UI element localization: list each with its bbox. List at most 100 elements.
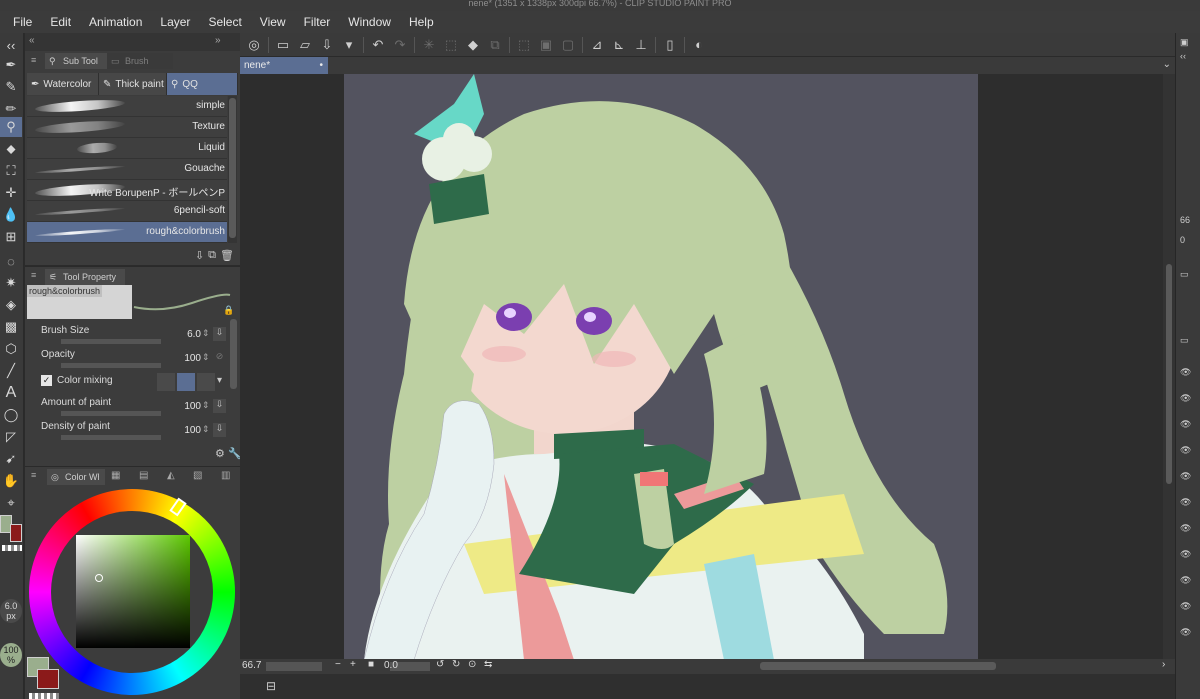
close-dot-icon[interactable]: •	[319, 57, 323, 74]
save-icon[interactable]: ⇩	[316, 35, 338, 55]
reset-rotation-icon[interactable]: ⊙	[468, 659, 476, 670]
color-history-tab-icon[interactable]: ▥	[221, 470, 230, 481]
eye-icon[interactable]: 👁	[1180, 367, 1191, 378]
approximate-color-tab-icon[interactable]: ▧	[193, 470, 202, 481]
group-watercolor[interactable]: ✒ Watercolor	[27, 73, 99, 95]
brush-size-indicator[interactable]: 6.0 px	[0, 599, 22, 623]
zoom-slider[interactable]	[266, 662, 322, 671]
companion-icon[interactable]: ◐	[688, 35, 710, 55]
menu-edit[interactable]: Edit	[41, 11, 80, 33]
canvas-horizontal-scrollbar[interactable]	[760, 662, 996, 670]
brush-list-scrollbar[interactable]	[228, 96, 237, 243]
brush-size-value[interactable]: 6.0	[177, 329, 201, 340]
pressure-icon[interactable]: ⇩	[213, 423, 226, 437]
density-of-paint-value[interactable]: 100	[177, 425, 201, 436]
eraser-icon[interactable]: ⬥	[0, 139, 22, 159]
collapse-icon[interactable]: ▣	[1180, 37, 1189, 48]
balloon-icon[interactable]: ◯	[0, 405, 22, 425]
layer-icon[interactable]: ▭	[1180, 335, 1189, 346]
amount-of-paint-value[interactable]: 100	[177, 401, 201, 412]
clip-studio-icon[interactable]: ◎	[243, 35, 265, 55]
snap-grid-icon[interactable]: ⊥	[630, 35, 652, 55]
menu-filter[interactable]: Filter	[295, 11, 340, 33]
eye-icon[interactable]: 👁	[1180, 419, 1191, 430]
eye-icon[interactable]: 👁	[1180, 393, 1191, 404]
brush-item-simple[interactable]: simple	[27, 96, 227, 117]
collapse-icon[interactable]: «	[29, 35, 35, 46]
eye-icon[interactable]: 👁	[1180, 575, 1191, 586]
brush-item-gouache[interactable]: Gouache	[27, 159, 227, 180]
import-icon[interactable]: ⇩	[195, 249, 204, 262]
new-file-icon[interactable]: ▭	[272, 35, 294, 55]
canvas-vertical-scrollbar[interactable]	[1163, 74, 1175, 660]
menu-icon[interactable]: ≡	[31, 270, 36, 280]
eye-icon[interactable]: 👁	[1180, 523, 1191, 534]
flip-icon[interactable]: ⇆	[484, 659, 492, 670]
chevron-down-icon[interactable]: ▾	[217, 375, 222, 386]
document-tab[interactable]: nene* •	[240, 57, 328, 74]
tool-property-scrollbar[interactable]	[230, 319, 237, 389]
menu-help[interactable]: Help	[400, 11, 443, 33]
zoom-out-icon[interactable]: −	[335, 659, 341, 670]
clear-icon[interactable]: ✳	[418, 35, 440, 55]
rotate-left-icon[interactable]: ↺	[436, 659, 444, 670]
decoration-icon[interactable]: ⛶	[0, 161, 22, 181]
density-of-paint-slider[interactable]	[61, 435, 161, 440]
fit-icon[interactable]: ■	[368, 659, 374, 670]
eye-icon[interactable]: 👁	[1180, 445, 1191, 456]
eyedropper-icon[interactable]: ⌖	[0, 493, 22, 513]
settings-icon[interactable]: ⚙	[215, 447, 225, 460]
rotate-right-icon[interactable]: ↻	[452, 659, 460, 670]
artboard[interactable]	[344, 74, 978, 660]
color-mixing-checkbox[interactable]: ✓	[41, 375, 52, 386]
group-thick-paint[interactable]: ✎ Thick paint	[99, 73, 167, 95]
pen-icon[interactable]: ✎	[0, 77, 22, 97]
line-icon[interactable]: ╱	[0, 361, 22, 381]
snap-ruler-icon[interactable]: ⊿	[586, 35, 608, 55]
sub-color-chip[interactable]	[37, 669, 59, 689]
deselect-icon[interactable]: ⬚	[513, 35, 535, 55]
prop-opacity[interactable]: Opacity 100 ⇕ ⊘	[27, 349, 237, 373]
menu-select[interactable]: Select	[199, 11, 250, 33]
lock-icon[interactable]: 🔒	[223, 305, 234, 316]
pressure-icon[interactable]: ⇩	[213, 399, 226, 413]
chevron-down-icon[interactable]: ⌄	[1163, 59, 1171, 70]
intermediate-color-tab-icon[interactable]: ◭	[167, 470, 175, 481]
brush-item-liquid[interactable]: Liquid	[27, 138, 227, 159]
brush-item-rough-colorbrush[interactable]: rough&colorbrush	[27, 222, 227, 243]
mix-mode-blend[interactable]	[177, 373, 195, 391]
zoom-in-icon[interactable]: +	[350, 659, 356, 670]
brush-item-ballpoint[interactable]: Write BorupenP - ボールペンP	[27, 180, 227, 201]
fill-icon[interactable]: ◆	[462, 35, 484, 55]
pressure-icon[interactable]: ⊘	[213, 351, 226, 365]
tab-color-wheel[interactable]: ◎ Color Wheel	[47, 469, 105, 485]
group-qq[interactable]: ⚲ QQ	[167, 73, 238, 95]
layer-panel-toggle-icon[interactable]: ⊟	[266, 679, 276, 693]
menu-view[interactable]: View	[251, 11, 295, 33]
collapse-icon[interactable]: ‹‹	[0, 35, 22, 55]
redo-icon[interactable]: ↷	[389, 35, 411, 55]
frame-icon[interactable]: ◸	[0, 427, 22, 447]
tab-tool-property[interactable]: ⚟ Tool Property	[45, 269, 125, 285]
show-selection-icon[interactable]: ▢	[557, 35, 579, 55]
menu-file[interactable]: File	[4, 11, 41, 33]
spin-icon[interactable]: ⇕	[202, 400, 210, 411]
duplicate-icon[interactable]: ⧉	[208, 249, 216, 262]
zoom-value[interactable]: 66.7	[242, 660, 261, 671]
collapse-icon[interactable]: ‹‹	[1180, 51, 1186, 61]
scrollbar-thumb[interactable]	[229, 98, 236, 238]
trash-icon[interactable]: 🗑	[220, 249, 234, 262]
amount-of-paint-slider[interactable]	[61, 411, 161, 416]
auto-select-icon[interactable]: ✷	[0, 273, 22, 293]
spin-icon[interactable]: ⇕	[202, 328, 210, 339]
open-file-icon[interactable]: ▱	[294, 35, 316, 55]
hand-icon[interactable]: ✋	[0, 471, 22, 491]
brush-size-slider[interactable]	[61, 339, 161, 344]
spin-icon[interactable]: ⇕	[202, 352, 210, 363]
prop-density-of-paint[interactable]: Density of paint 100 ⇕ ⇩	[27, 421, 237, 445]
eye-icon[interactable]: 👁	[1180, 601, 1191, 612]
chevron-right-icon[interactable]: ›	[1162, 659, 1165, 670]
blend-icon[interactable]: 💧	[0, 205, 22, 225]
opacity-value[interactable]: 100	[177, 353, 201, 364]
menu-layer[interactable]: Layer	[151, 11, 199, 33]
